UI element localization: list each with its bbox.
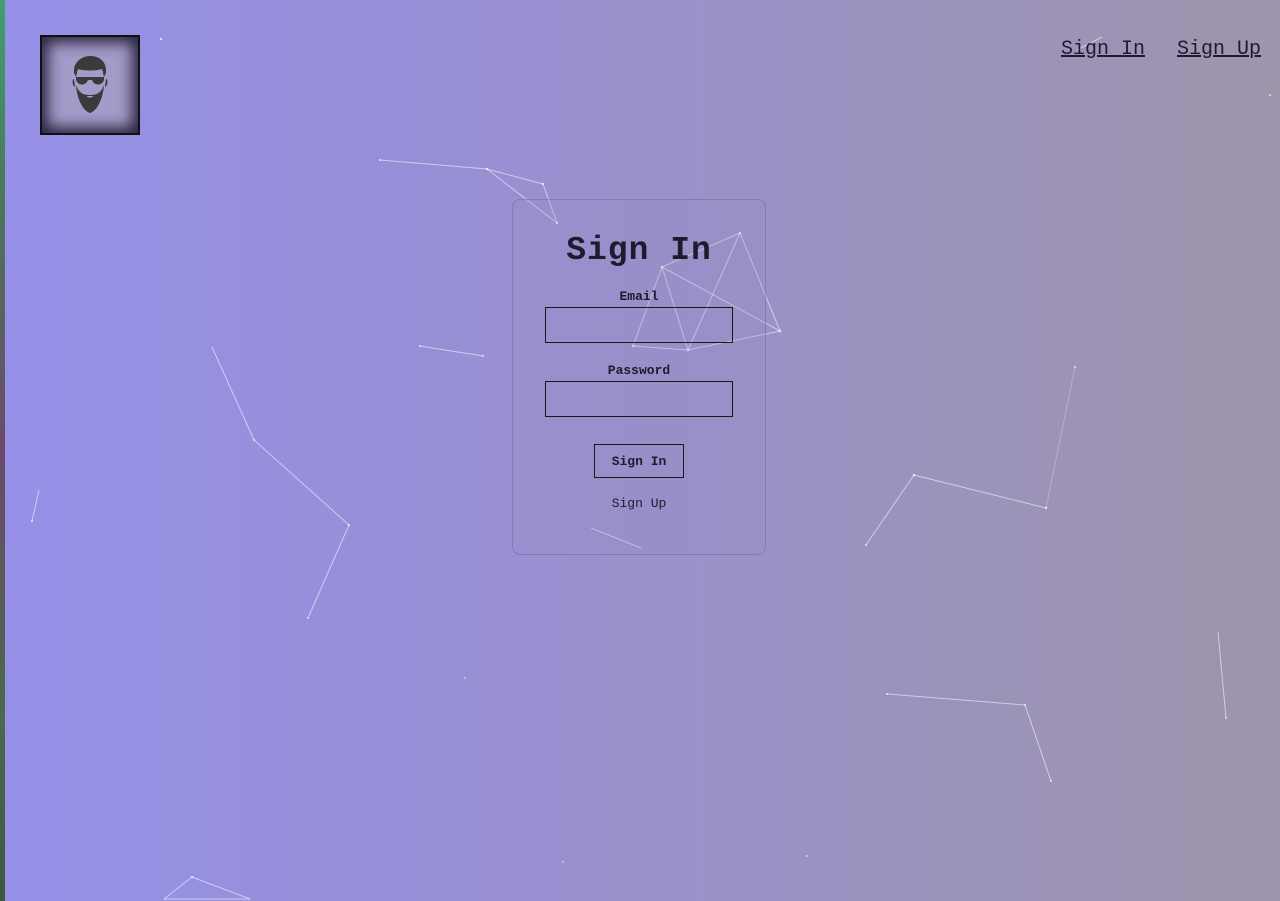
page-title: Sign In bbox=[566, 232, 712, 269]
sign-in-button[interactable]: Sign In bbox=[594, 444, 684, 478]
nav-sign-in-link[interactable]: Sign In bbox=[1061, 38, 1145, 61]
top-navigation: Sign In Sign Up bbox=[1061, 38, 1261, 61]
sign-in-card: Sign In Email Password Sign In Sign Up bbox=[512, 199, 766, 555]
email-label: Email bbox=[619, 289, 659, 304]
logo[interactable] bbox=[40, 35, 140, 135]
password-label: Password bbox=[607, 363, 671, 378]
email-field[interactable] bbox=[545, 307, 733, 343]
password-field[interactable] bbox=[545, 381, 733, 417]
sign-up-link[interactable]: Sign Up bbox=[513, 496, 765, 511]
nav-sign-up-link[interactable]: Sign Up bbox=[1177, 38, 1261, 61]
bearded-man-sunglasses-icon bbox=[72, 56, 108, 113]
